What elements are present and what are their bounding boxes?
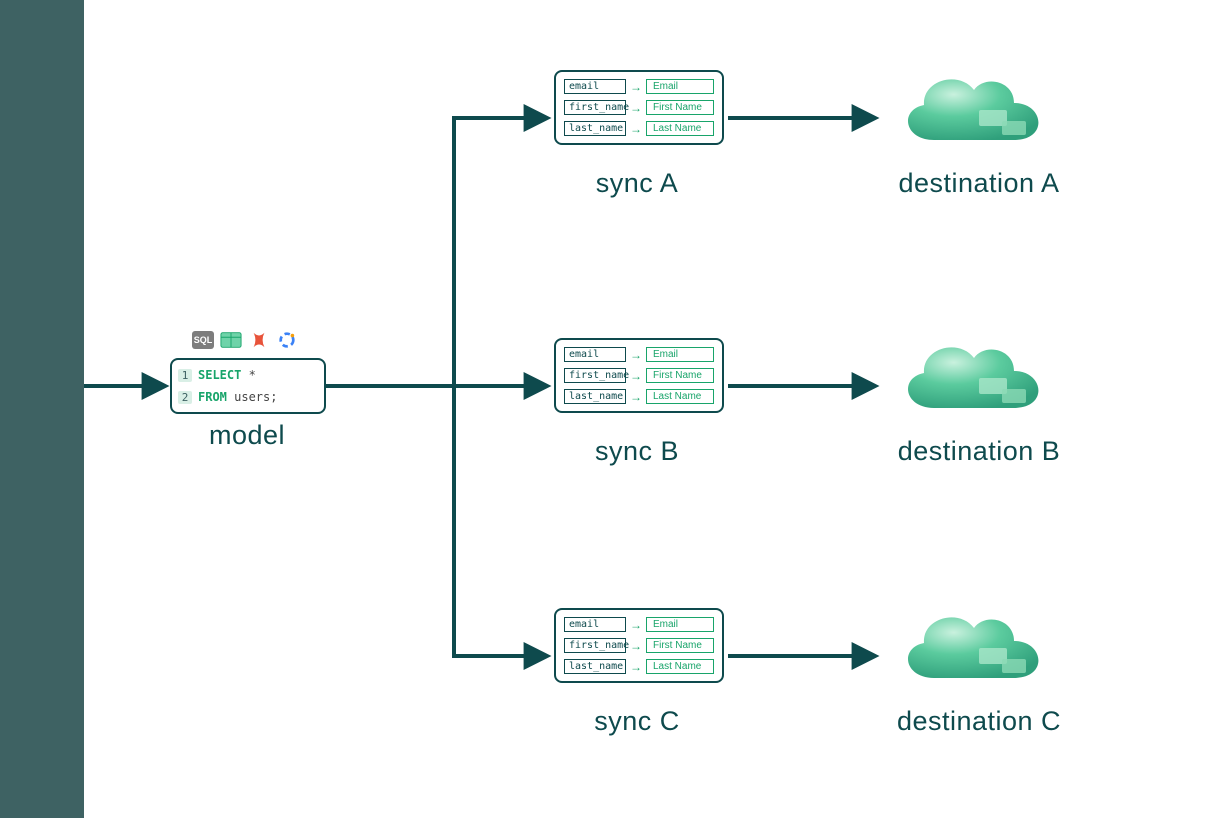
map-src: last_name [564,389,626,404]
sync-c-label: sync C [582,706,692,737]
map-src: email [564,79,626,94]
mapping-row: first_name → First Name [564,368,714,383]
map-dst: Last Name [646,389,714,404]
arrow-icon: → [630,660,642,674]
map-src: email [564,617,626,632]
model-box: 1 SELECT * 2 FROM users; [170,358,326,414]
destination-c-label: destination C [874,706,1084,737]
map-src: last_name [564,659,626,674]
mapping-row: first_name → First Name [564,100,714,115]
arrow-icon: → [630,390,642,404]
mapping-row: last_name → Last Name [564,659,714,674]
sql-icon: SQL [192,331,214,349]
line-number: 2 [178,391,192,404]
arrow-icon: → [630,80,642,94]
arrow-icon: → [630,369,642,383]
line-number: 1 [178,369,192,382]
map-dst: Last Name [646,659,714,674]
sync-box-b: email → Email first_name → First Name last_n… [554,338,724,413]
map-src: last_name [564,121,626,136]
map-dst: Last Name [646,121,714,136]
arrow-icon: → [630,639,642,653]
map-src: first_name [564,100,626,115]
mapping-row: last_name → Last Name [564,121,714,136]
sidebar-strip [0,0,84,818]
mapping-row: last_name → Last Name [564,389,714,404]
map-dst: Email [646,617,714,632]
map-dst: First Name [646,100,714,115]
map-src: first_name [564,368,626,383]
model-label: model [192,420,302,451]
sync-b-label: sync B [582,436,692,467]
sync-box-c: email → Email first_name → First Name last_n… [554,608,724,683]
cloud-icon-a [884,55,1054,160]
map-dst: Email [646,79,714,94]
cloud-icon-b [884,323,1054,428]
circle-icon [276,331,298,349]
sync-a-label: sync A [582,168,692,199]
arrow-icon: → [630,122,642,136]
mapping-row: email → Email [564,347,714,362]
map-dst: First Name [646,368,714,383]
arrow-icon: → [630,618,642,632]
code-text: * [241,368,255,382]
mapping-row: first_name → First Name [564,638,714,653]
map-src: first_name [564,638,626,653]
map-dst: First Name [646,638,714,653]
map-src: email [564,347,626,362]
mapping-row: email → Email [564,79,714,94]
code-text: users; [227,390,278,404]
code-keyword: SELECT [198,368,241,382]
x-icon [248,331,270,349]
diagram-stage: SQL 1 SELECT * 2 FROM users; model email… [84,0,1221,818]
map-dst: Email [646,347,714,362]
mapping-row: email → Email [564,617,714,632]
arrow-icon: → [630,101,642,115]
arrow-icon: → [630,348,642,362]
destination-b-label: destination B [874,436,1084,467]
code-keyword: FROM [198,390,227,404]
destination-a-label: destination A [874,168,1084,199]
table-icon [220,331,242,349]
model-icons: SQL [192,331,298,349]
cloud-icon-c [884,593,1054,698]
sync-box-a: email → Email first_name → First Name last_n… [554,70,724,145]
